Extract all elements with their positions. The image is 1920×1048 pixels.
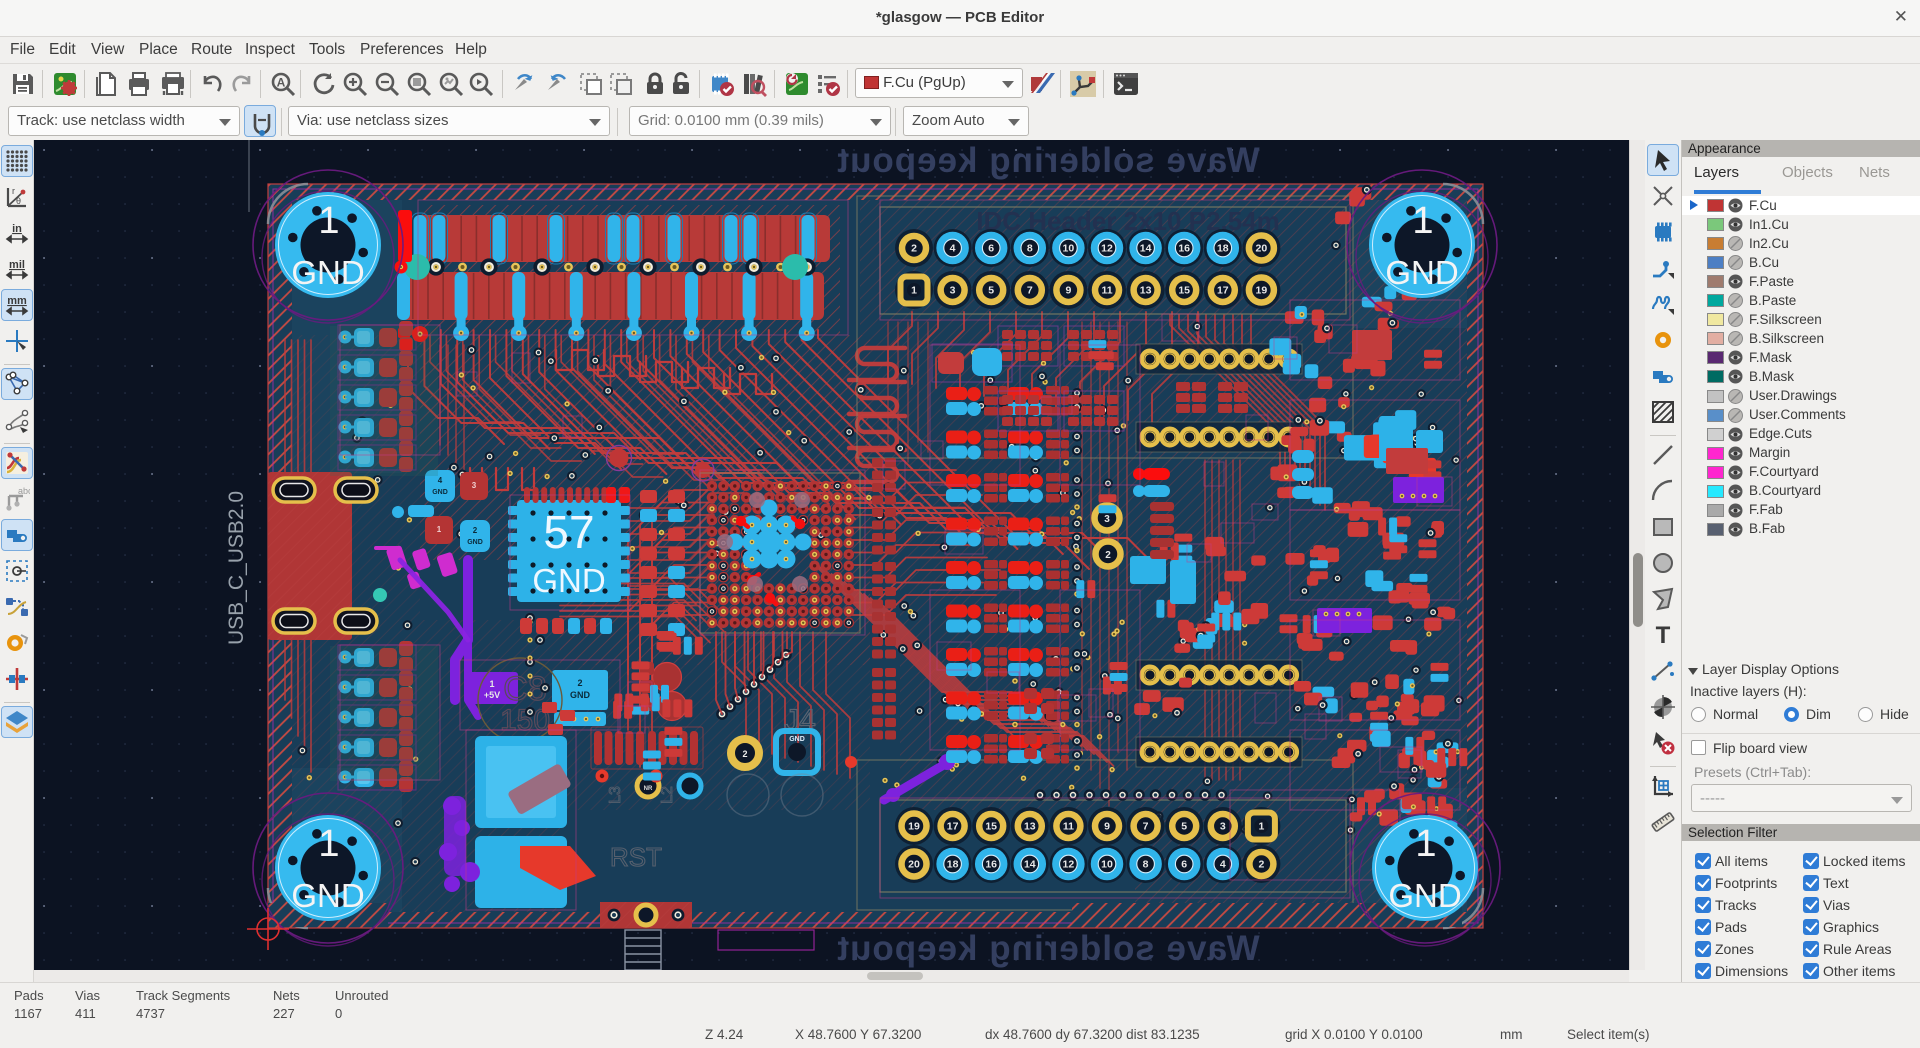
svg-text:2: 2	[1105, 550, 1111, 561]
svg-text:2: 2	[1258, 859, 1264, 871]
svg-text:mm: mm	[7, 295, 27, 307]
svg-text:abc: abc	[18, 486, 30, 496]
svg-text:GND: GND	[1385, 254, 1458, 291]
svg-text:15: 15	[985, 821, 997, 833]
svg-text:5: 5	[988, 285, 994, 297]
svg-text:13: 13	[1024, 821, 1036, 833]
svg-text:1: 1	[489, 679, 494, 689]
svg-text:9: 9	[1104, 821, 1110, 833]
svg-text:GND: GND	[291, 877, 364, 914]
svg-text:L2: L2	[659, 786, 676, 804]
svg-text:USB_C_USB2.0: USB_C_USB2.0	[225, 491, 248, 645]
svg-text:19: 19	[1256, 285, 1268, 297]
svg-text:GND: GND	[1388, 877, 1461, 914]
svg-text:4: 4	[1220, 859, 1226, 871]
svg-text:RST: RST	[610, 842, 662, 872]
svg-text:2: 2	[742, 749, 747, 759]
svg-text:+5V: +5V	[484, 690, 500, 700]
svg-text:19: 19	[908, 821, 920, 833]
svg-text:NR: NR	[644, 786, 653, 792]
svg-text:11: 11	[1101, 285, 1112, 297]
svg-text:GND: GND	[570, 690, 591, 700]
svg-text:Wave soldering keepout: Wave soldering keepout	[836, 929, 1259, 968]
svg-text:2: 2	[577, 678, 582, 688]
svg-text:18: 18	[1217, 243, 1229, 255]
svg-text:11: 11	[1063, 821, 1074, 833]
svg-text:12: 12	[1101, 243, 1113, 255]
svg-text:GND: GND	[467, 539, 483, 546]
svg-text:Wave soldering keepout: Wave soldering keepout	[836, 141, 1259, 180]
svg-text:GND: GND	[432, 489, 448, 496]
svg-text:20: 20	[1256, 243, 1268, 255]
svg-text:6: 6	[988, 243, 994, 255]
svg-text:14: 14	[1140, 243, 1152, 255]
svg-text:4: 4	[438, 476, 443, 485]
svg-text:10: 10	[1063, 243, 1075, 255]
svg-text:2: 2	[473, 526, 478, 535]
svg-text:r: r	[12, 186, 15, 196]
svg-text:mil: mil	[9, 259, 25, 271]
svg-text:T: T	[1656, 622, 1671, 648]
svg-text:15: 15	[1178, 285, 1190, 297]
svg-text:14: 14	[1024, 859, 1036, 871]
svg-text:20: 20	[908, 859, 920, 871]
svg-text:3: 3	[472, 481, 477, 490]
svg-text:5: 5	[1181, 821, 1187, 833]
svg-text:1: 1	[318, 200, 339, 242]
svg-text:in: in	[12, 223, 22, 235]
svg-text:18: 18	[947, 859, 959, 871]
svg-text:1: 1	[318, 823, 339, 865]
svg-text:6: 6	[1181, 859, 1187, 871]
svg-text:16: 16	[985, 859, 997, 871]
svg-text:A: A	[277, 76, 286, 90]
svg-text:8: 8	[1143, 859, 1149, 871]
svg-text:3: 3	[1220, 821, 1226, 833]
svg-text:17: 17	[947, 821, 959, 833]
svg-text:θ: θ	[16, 196, 21, 206]
svg-text:16: 16	[1178, 243, 1190, 255]
svg-text:12: 12	[1063, 859, 1075, 871]
svg-text:1: 1	[1415, 823, 1436, 865]
svg-text:L3: L3	[607, 786, 624, 804]
svg-text:1: 1	[1258, 821, 1264, 833]
svg-text:17: 17	[1217, 285, 1229, 297]
svg-text:7: 7	[1143, 821, 1149, 833]
svg-text:GND: GND	[291, 254, 364, 291]
svg-text:4: 4	[950, 243, 956, 255]
svg-text:2: 2	[911, 243, 917, 255]
svg-text:1: 1	[911, 285, 917, 297]
svg-text:1: 1	[1412, 200, 1433, 242]
svg-text:3: 3	[950, 285, 956, 297]
svg-text:10: 10	[1101, 859, 1113, 871]
svg-text:13: 13	[1140, 285, 1152, 297]
svg-text:1: 1	[437, 525, 442, 534]
svg-text:8: 8	[1027, 243, 1033, 255]
svg-text:9: 9	[1065, 285, 1071, 297]
svg-text:7: 7	[1027, 285, 1033, 297]
svg-text:GND: GND	[789, 736, 805, 743]
svg-text:3: 3	[1104, 514, 1110, 525]
